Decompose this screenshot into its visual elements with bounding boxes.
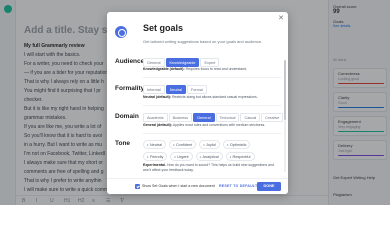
tone-option-urgent[interactable]: • Urgent bbox=[170, 152, 193, 161]
done-button[interactable]: DONE bbox=[257, 182, 281, 191]
domain-option-business[interactable]: Business bbox=[168, 113, 193, 122]
tone-label-text: Optimistic bbox=[229, 142, 247, 147]
tone-emoji-icon: • bbox=[174, 154, 176, 159]
target-icon bbox=[115, 26, 127, 38]
tone-option-confident[interactable]: • Confident bbox=[169, 140, 197, 149]
tone-option-friendly[interactable]: • Friendly bbox=[143, 152, 168, 161]
tone-label: Tone bbox=[115, 140, 131, 147]
dialog-footer: Show Set Goals when I start a new docume… bbox=[107, 178, 288, 194]
audience-label: Audience bbox=[115, 58, 145, 65]
show-goals-checkbox[interactable] bbox=[135, 184, 140, 189]
audience-option-general[interactable]: General bbox=[143, 58, 165, 67]
formality-option-formal[interactable]: Formal bbox=[186, 85, 207, 94]
tone-label-text: Neutral bbox=[149, 142, 163, 147]
tone-emoji-icon: • bbox=[229, 154, 232, 159]
tone-emoji-icon: • bbox=[173, 142, 175, 147]
tone-emoji-icon: • bbox=[147, 154, 149, 159]
tone-row: • Friendly • Urgent • Analytical • Respectful bbox=[143, 152, 283, 161]
tone-emoji-icon: • bbox=[199, 154, 201, 159]
tone-label-text: Joyful bbox=[206, 142, 216, 147]
tone-label-text: Urgent bbox=[177, 154, 189, 159]
tone-label-text: Confident bbox=[175, 142, 193, 147]
close-icon[interactable]: ✕ bbox=[278, 15, 284, 22]
tone-emoji-icon: • bbox=[203, 142, 205, 147]
domain-option-casual[interactable]: Casual bbox=[240, 113, 261, 122]
formality-label: Formality bbox=[115, 85, 145, 92]
tone-row: • Neutral • Confident • Joyful • Optimistic bbox=[143, 140, 283, 149]
tone-options: • Neutral • Confident • Joyful • Optimistic • Fri… bbox=[143, 140, 283, 164]
tone-description: Experimental. How do you want to sound? … bbox=[143, 163, 274, 172]
formality-options: Informal Neutral Formal bbox=[143, 85, 207, 94]
divider bbox=[143, 133, 281, 134]
set-goals-dialog: ✕ Set goals Get tailored writing suggest… bbox=[107, 12, 288, 194]
tone-emoji-icon: • bbox=[226, 142, 229, 147]
audience-description: Knowledgeable (default): Requires focus … bbox=[143, 67, 248, 71]
tone-label-text: Analytical bbox=[202, 154, 219, 159]
tone-option-joyful[interactable]: • Joyful bbox=[199, 140, 220, 149]
formality-option-neutral[interactable]: Neutral bbox=[165, 85, 186, 94]
formality-description: Neutral (default): Restricts slang but a… bbox=[143, 95, 258, 99]
domain-description: General (default): Applies most rules an… bbox=[143, 123, 266, 127]
tone-emoji-icon: • bbox=[147, 142, 149, 147]
divider bbox=[143, 105, 281, 106]
divider bbox=[143, 77, 281, 78]
audience-option-expert[interactable]: Expert bbox=[200, 58, 220, 67]
tone-option-respectful[interactable]: • Respectful bbox=[225, 152, 255, 161]
domain-options: Academic Business General Technical Casual Cr… bbox=[143, 113, 284, 122]
domain-label: Domain bbox=[115, 113, 139, 120]
domain-option-general[interactable]: General bbox=[193, 113, 215, 122]
tone-option-analytical[interactable]: • Analytical bbox=[195, 152, 223, 161]
reset-defaults-button[interactable]: RESET TO DEFAULTS bbox=[219, 184, 260, 188]
tone-option-neutral[interactable]: • Neutral bbox=[143, 140, 167, 149]
show-goals-checkbox-label[interactable]: Show Set Goals when I start a new docume… bbox=[142, 184, 215, 188]
formality-option-informal[interactable]: Informal bbox=[143, 85, 165, 94]
domain-option-technical[interactable]: Technical bbox=[215, 113, 240, 122]
tone-label-text: Friendly bbox=[149, 154, 164, 159]
domain-option-creative[interactable]: Creative bbox=[261, 113, 284, 122]
dialog-title: Set goals bbox=[143, 23, 184, 33]
tone-option-optimistic[interactable]: • Optimistic bbox=[222, 140, 251, 149]
dialog-subtitle: Get tailored writing suggestions based o… bbox=[143, 39, 263, 44]
audience-options: General Knowledgeable Expert bbox=[143, 58, 220, 67]
domain-option-academic[interactable]: Academic bbox=[143, 113, 168, 122]
audience-option-knowledgeable[interactable]: Knowledgeable bbox=[165, 58, 200, 67]
tone-label-text: Respectful bbox=[232, 154, 251, 159]
dialog-scrollbar-thumb[interactable] bbox=[284, 60, 286, 120]
